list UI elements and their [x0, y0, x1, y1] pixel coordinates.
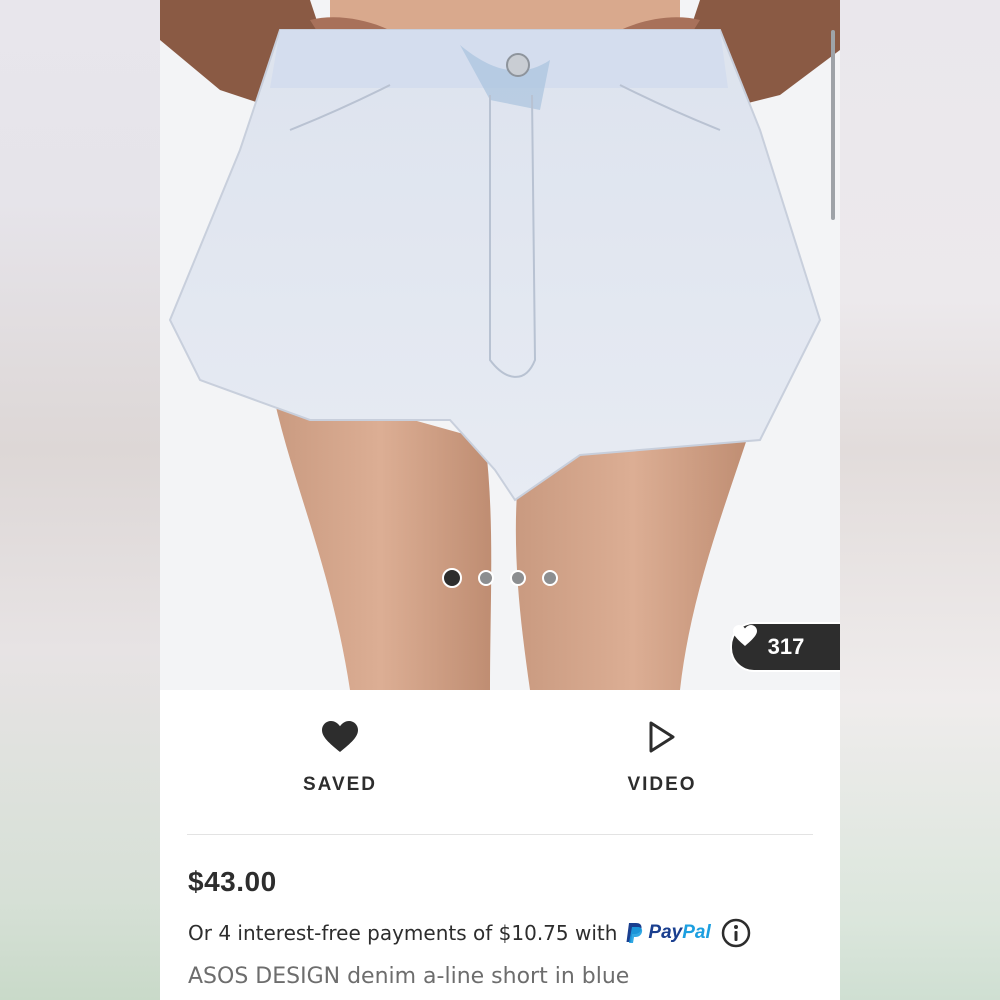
paypal-wordmark-pal: Pal — [682, 922, 711, 943]
product-image-gallery[interactable]: 317 — [160, 0, 840, 690]
product-price: $43.00 — [188, 866, 277, 897]
likes-count: 317 — [767, 634, 805, 659]
paypal-logo-icon — [626, 923, 643, 943]
video-button[interactable]: VIDEO — [562, 720, 762, 796]
scrollbar-thumb[interactable] — [831, 30, 835, 220]
paypal-logo: Pay Pal — [625, 922, 711, 944]
saved-label: SAVED — [302, 774, 378, 795]
likes-badge[interactable]: 317 — [730, 622, 840, 672]
play-outline-icon — [649, 721, 675, 753]
blurred-backdrop-right — [840, 0, 1000, 1000]
saved-button[interactable]: SAVED — [240, 720, 440, 796]
product-name: ASOS DESIGN denim a-line short in blue — [188, 964, 630, 989]
product-page: 317 SAVED VIDEO $43.00 Or 4 interest-fre… — [160, 0, 840, 1000]
carousel-dots[interactable] — [160, 568, 840, 588]
paypal-installments: Or 4 interest-free payments of $10.75 wi… — [188, 918, 751, 948]
carousel-dot[interactable] — [542, 570, 558, 586]
installment-text: Or 4 interest-free payments of $10.75 wi… — [188, 921, 618, 945]
carousel-dot[interactable] — [442, 568, 462, 588]
carousel-dot[interactable] — [510, 570, 526, 586]
heart-icon — [733, 625, 757, 646]
video-label: VIDEO — [627, 774, 697, 795]
divider — [187, 834, 813, 835]
blurred-backdrop-left — [0, 0, 160, 1000]
info-circle-icon[interactable] — [721, 918, 751, 948]
carousel-dot[interactable] — [478, 570, 494, 586]
action-row: SAVED VIDEO — [160, 690, 840, 835]
paypal-wordmark-pay: Pay — [648, 922, 683, 943]
heart-filled-icon — [322, 721, 358, 752]
